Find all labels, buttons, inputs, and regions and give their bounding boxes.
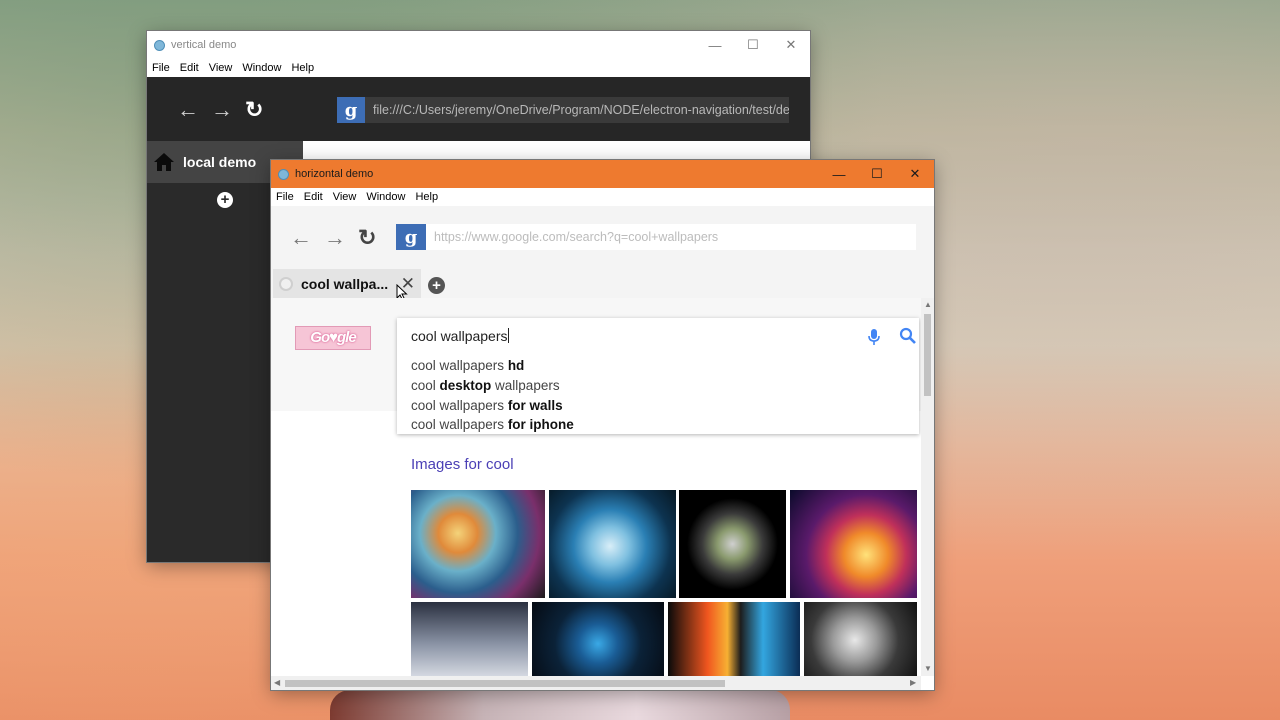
- menu-edit[interactable]: Edit: [299, 191, 328, 203]
- google-doodle-logo[interactable]: Go♥gle: [295, 326, 371, 350]
- minimize-button[interactable]: —: [696, 31, 734, 59]
- wallpaper-thumbnail-skull[interactable]: [679, 490, 786, 598]
- wallpaper-thumbnail-pokeball[interactable]: [549, 490, 676, 598]
- tab-strip: cool wallpa... ✕ +: [271, 266, 934, 301]
- suggestion-item[interactable]: cool wallpapers hd: [411, 358, 524, 373]
- scroll-right-icon[interactable]: ▶: [910, 678, 916, 687]
- forward-button[interactable]: →: [211, 97, 233, 123]
- reload-button[interactable]: ↻: [358, 225, 376, 251]
- webview-content: Go♥gle cool wallpapers cool wallpapers h…: [271, 298, 934, 690]
- window-title: horizontal demo: [295, 168, 374, 180]
- close-button[interactable]: ✕: [772, 31, 810, 59]
- electron-app-icon: [154, 39, 165, 51]
- menu-bar: File Edit View Window Help: [271, 188, 934, 206]
- wallpaper-thumbnail-astronaut[interactable]: [411, 602, 528, 678]
- tab-label: local demo: [183, 154, 257, 170]
- search-box[interactable]: cool wallpapers cool wallpapers hd cool …: [397, 318, 919, 434]
- horizontal-scrollbar[interactable]: ◀ ▶: [271, 676, 921, 690]
- search-input[interactable]: cool wallpapers: [411, 328, 509, 344]
- title-bar[interactable]: vertical demo — ☐ ✕: [147, 31, 810, 59]
- address-bar[interactable]: g https://www.google.com/search?q=cool+w…: [396, 224, 916, 250]
- reload-button[interactable]: ↻: [245, 97, 263, 123]
- search-icon[interactable]: [899, 327, 917, 345]
- back-button[interactable]: ←: [290, 225, 312, 251]
- add-tab-button[interactable]: +: [428, 277, 445, 294]
- wallpaper-thumbnail-fire-ice[interactable]: [668, 602, 800, 678]
- menu-window[interactable]: Window: [361, 191, 410, 203]
- google-search-icon: g: [337, 97, 365, 123]
- wallpaper-thumbnail-leopard[interactable]: [804, 602, 917, 678]
- address-url[interactable]: https://www.google.com/search?q=cool+wal…: [426, 230, 718, 244]
- menu-file[interactable]: File: [271, 191, 299, 203]
- maximize-button[interactable]: ☐: [858, 160, 896, 188]
- tab-cool-wallpapers[interactable]: cool wallpa... ✕: [273, 269, 421, 301]
- vertical-scroll-thumb[interactable]: [924, 314, 931, 396]
- title-bar[interactable]: horizontal demo — ☐ ✕: [271, 160, 934, 188]
- menu-file[interactable]: File: [147, 62, 175, 74]
- suggestion-item[interactable]: cool wallpapers for walls: [411, 398, 563, 413]
- address-url[interactable]: file:///C:/Users/jeremy/OneDrive/Program…: [365, 103, 789, 117]
- loading-favicon-icon: [279, 277, 293, 291]
- menu-edit[interactable]: Edit: [175, 62, 204, 74]
- window-title: vertical demo: [171, 39, 237, 51]
- electron-app-icon: [278, 168, 289, 180]
- search-query: cool wallpapers: [411, 328, 508, 344]
- suggestion-item[interactable]: cool wallpapers for iphone: [411, 417, 574, 432]
- maximize-button[interactable]: ☐: [734, 31, 772, 59]
- vertical-scrollbar[interactable]: ▲ ▼: [921, 298, 934, 676]
- suggestion-item[interactable]: cool desktop wallpapers: [411, 378, 560, 393]
- back-button[interactable]: ←: [177, 97, 199, 123]
- scroll-left-icon[interactable]: ◀: [274, 678, 280, 687]
- wallpaper-thumbnail-face[interactable]: [790, 490, 917, 598]
- menu-view[interactable]: View: [328, 191, 362, 203]
- scroll-down-icon[interactable]: ▼: [924, 664, 932, 673]
- scroll-up-icon[interactable]: ▲: [924, 300, 932, 309]
- tab-label: cool wallpa...: [301, 276, 389, 292]
- wallpaper-thumbnail-lion[interactable]: [411, 490, 545, 598]
- minimize-button[interactable]: —: [820, 160, 858, 188]
- add-tab-button[interactable]: +: [217, 192, 233, 208]
- wallpaper-thumbnail-headphones[interactable]: [532, 602, 664, 678]
- menu-window[interactable]: Window: [237, 62, 286, 74]
- menu-bar: File Edit View Window Help: [147, 59, 810, 77]
- menu-help[interactable]: Help: [286, 62, 319, 74]
- navigation-toolbar: ← → ↻ g https://www.google.com/search?q=…: [271, 206, 934, 266]
- close-button[interactable]: ✕: [896, 160, 934, 188]
- horizontal-demo-window: horizontal demo — ☐ ✕ File Edit View Win…: [271, 160, 934, 690]
- forward-button[interactable]: →: [324, 225, 346, 251]
- google-search-icon: g: [396, 224, 426, 250]
- menu-help[interactable]: Help: [410, 191, 443, 203]
- images-heading-link[interactable]: Images for cool: [411, 456, 514, 473]
- menu-view[interactable]: View: [204, 62, 238, 74]
- horizontal-scroll-thumb[interactable]: [285, 680, 725, 687]
- microphone-icon[interactable]: [867, 328, 881, 346]
- home-icon: [154, 153, 174, 171]
- text-caret: [507, 328, 509, 343]
- address-bar[interactable]: g file:///C:/Users/jeremy/OneDrive/Progr…: [337, 97, 789, 123]
- desktop-object: [330, 690, 790, 720]
- navigation-toolbar: ← → ↻ g file:///C:/Users/jeremy/OneDrive…: [147, 77, 810, 141]
